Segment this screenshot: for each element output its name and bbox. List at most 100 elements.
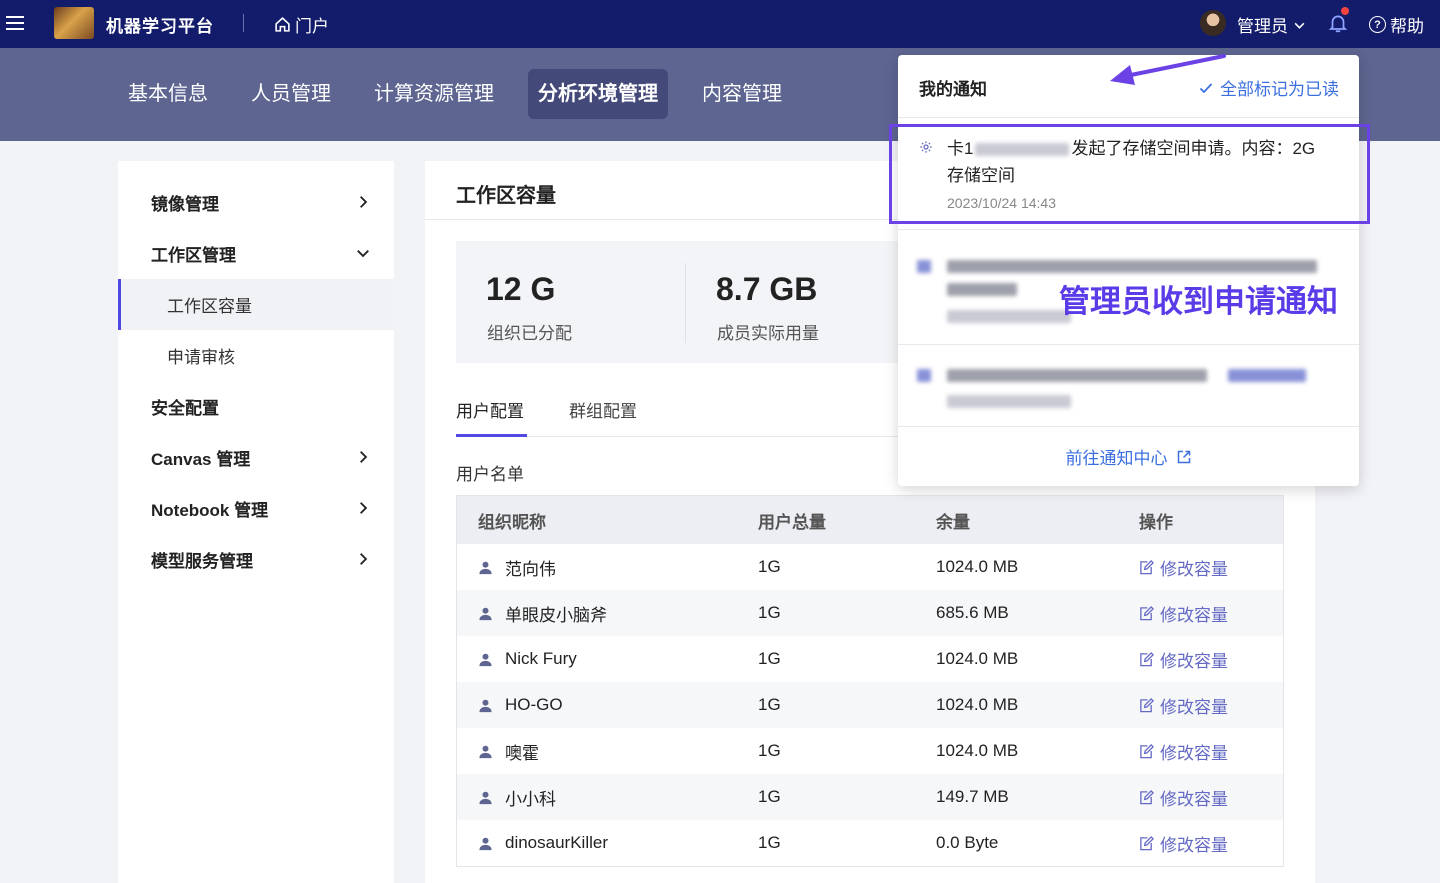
app-logo — [54, 7, 94, 39]
user-name: 单眼皮小脑斧 — [505, 605, 607, 625]
sidebar-item-workspace-capacity[interactable]: 工作区容量 — [118, 279, 394, 330]
sidebar-item-label: Canvas 管理 — [151, 450, 251, 469]
notification-center-link[interactable]: 前往通知中心 — [898, 427, 1359, 486]
edit-capacity-label: 修改容量 — [1160, 697, 1228, 717]
user-table: 组织昵称 用户总量 余量 操作 范向伟 1G 1024.0 MB 修改容量 单眼皮小脑斧… — [456, 495, 1284, 867]
sidebar: 镜像管理 工作区管理 工作区容量 申请审核 安全配置 Canvas 管理 Not… — [118, 161, 394, 883]
cell-total: 1G — [758, 695, 781, 714]
table-row: 单眼皮小脑斧 1G 685.6 MB 修改容量 — [457, 590, 1283, 636]
cell-nickname: 噢霍 — [478, 728, 539, 774]
edit-capacity-button[interactable]: 修改容量 — [1139, 544, 1228, 590]
table-row: 范向伟 1G 1024.0 MB 修改容量 — [457, 544, 1283, 590]
table-row: 噢霍 1G 1024.0 MB 修改容量 — [457, 728, 1283, 774]
help-button[interactable]: ? 帮助 — [1369, 12, 1424, 37]
sidebar-item-notebook[interactable]: Notebook 管理 — [118, 483, 394, 534]
tab-analysis-env[interactable]: 分析环境管理 — [528, 69, 668, 119]
tab-compute[interactable]: 计算资源管理 — [364, 69, 504, 119]
notification-dot — [1341, 7, 1349, 15]
person-icon — [479, 653, 492, 666]
edit-capacity-button[interactable]: 修改容量 — [1139, 590, 1228, 636]
stat-usage-label: 成员实际用量 — [717, 324, 819, 343]
tab-user-config[interactable]: 用户配置 — [456, 397, 527, 437]
sidebar-item-canvas[interactable]: Canvas 管理 — [118, 432, 394, 483]
sidebar-item-review[interactable]: 申请审核 — [118, 330, 394, 381]
edit-capacity-button[interactable]: 修改容量 — [1139, 774, 1228, 820]
edit-icon — [1140, 559, 1154, 574]
edit-icon — [1140, 835, 1154, 850]
stat-usage-value: 8.7 GB — [716, 271, 818, 307]
user-name: HO-GO — [505, 695, 563, 714]
highlight-box — [889, 124, 1370, 224]
sidebar-item-workspace[interactable]: 工作区管理 — [118, 228, 394, 279]
tab-basic-info[interactable]: 基本信息 — [118, 69, 218, 119]
sidebar-item-label: 安全配置 — [151, 399, 219, 418]
sidebar-item-model-service[interactable]: 模型服务管理 — [118, 534, 394, 585]
chevron-down-icon — [357, 250, 369, 258]
menu-icon[interactable] — [6, 12, 24, 34]
cell-nickname: 小小科 — [478, 774, 556, 820]
chevron-right-icon — [360, 451, 368, 463]
edit-icon — [1140, 789, 1154, 804]
edit-icon — [1140, 651, 1154, 666]
redacted-icon — [917, 260, 931, 273]
home-icon — [275, 17, 290, 32]
user-name: Nick Fury — [505, 649, 577, 668]
edit-capacity-label: 修改容量 — [1160, 559, 1228, 579]
notification-item-redacted[interactable] — [898, 345, 1359, 425]
cell-total: 1G — [758, 787, 781, 806]
cell-total: 1G — [758, 557, 781, 576]
cell-remaining: 1024.0 MB — [936, 741, 1019, 760]
edit-capacity-button[interactable]: 修改容量 — [1139, 682, 1228, 728]
table-row: Nick Fury 1G 1024.0 MB 修改容量 — [457, 636, 1283, 682]
sidebar-item-image[interactable]: 镜像管理 — [118, 177, 394, 228]
cell-remaining: 685.6 MB — [936, 603, 1009, 622]
topbar-divider — [243, 14, 244, 32]
sidebar-item-label: 模型服务管理 — [151, 552, 253, 571]
cell-nickname: Nick Fury — [478, 636, 577, 682]
edit-icon — [1140, 605, 1154, 620]
cell-total: 1G — [758, 833, 781, 852]
annotation-label: 管理员收到申请通知 — [1059, 284, 1338, 319]
edit-capacity-button[interactable]: 修改容量 — [1139, 820, 1228, 866]
tab-content[interactable]: 内容管理 — [692, 69, 792, 119]
person-icon — [479, 561, 492, 574]
edit-capacity-label: 修改容量 — [1160, 835, 1228, 855]
edit-icon — [1140, 697, 1154, 712]
sidebar-item-label: 工作区容量 — [167, 297, 252, 316]
redacted-text — [947, 395, 1071, 408]
help-icon: ? — [1369, 16, 1386, 33]
table-row: dinosaurKiller 1G 0.0 Byte 修改容量 — [457, 820, 1283, 866]
notification-title: 我的通知 — [919, 80, 987, 99]
top-bar: 机器学习平台 门户 管理员 ? 帮助 — [0, 0, 1440, 48]
person-icon — [479, 745, 492, 758]
user-name: 小小科 — [505, 789, 556, 809]
page-title: 工作区容量 — [456, 185, 556, 207]
user-name: dinosaurKiller — [505, 833, 608, 852]
edit-capacity-button[interactable]: 修改容量 — [1139, 636, 1228, 682]
tab-group-config[interactable]: 群组配置 — [569, 397, 637, 436]
bell-icon[interactable] — [1327, 12, 1349, 34]
cell-remaining: 1024.0 MB — [936, 649, 1019, 668]
app-title: 机器学习平台 — [106, 17, 214, 36]
mark-all-read-label: 全部标记为已读 — [1220, 80, 1339, 99]
avatar[interactable] — [1200, 10, 1226, 36]
help-label: 帮助 — [1390, 17, 1424, 36]
annotation-arrow-icon — [1110, 54, 1226, 85]
header-remaining: 余量 — [936, 512, 970, 532]
tab-people[interactable]: 人员管理 — [241, 69, 341, 119]
cell-total: 1G — [758, 741, 781, 760]
table-row: 小小科 1G 149.7 MB 修改容量 — [457, 774, 1283, 820]
person-icon — [479, 791, 492, 804]
user-menu[interactable]: 管理员 — [1237, 12, 1306, 37]
cell-remaining: 1024.0 MB — [936, 557, 1019, 576]
sidebar-item-security[interactable]: 安全配置 — [118, 381, 394, 432]
portal-link[interactable]: 门户 — [274, 12, 329, 37]
edit-capacity-button[interactable]: 修改容量 — [1139, 728, 1228, 774]
table-row: HO-GO 1G 1024.0 MB 修改容量 — [457, 682, 1283, 728]
edit-icon — [1140, 743, 1154, 758]
edit-capacity-label: 修改容量 — [1160, 743, 1228, 763]
table-header: 组织昵称 用户总量 余量 操作 — [457, 496, 1283, 544]
person-icon — [479, 699, 492, 712]
person-icon — [479, 837, 492, 850]
stats-card: 12 G 组织已分配 8.7 GB 成员实际用量 — [456, 241, 926, 363]
